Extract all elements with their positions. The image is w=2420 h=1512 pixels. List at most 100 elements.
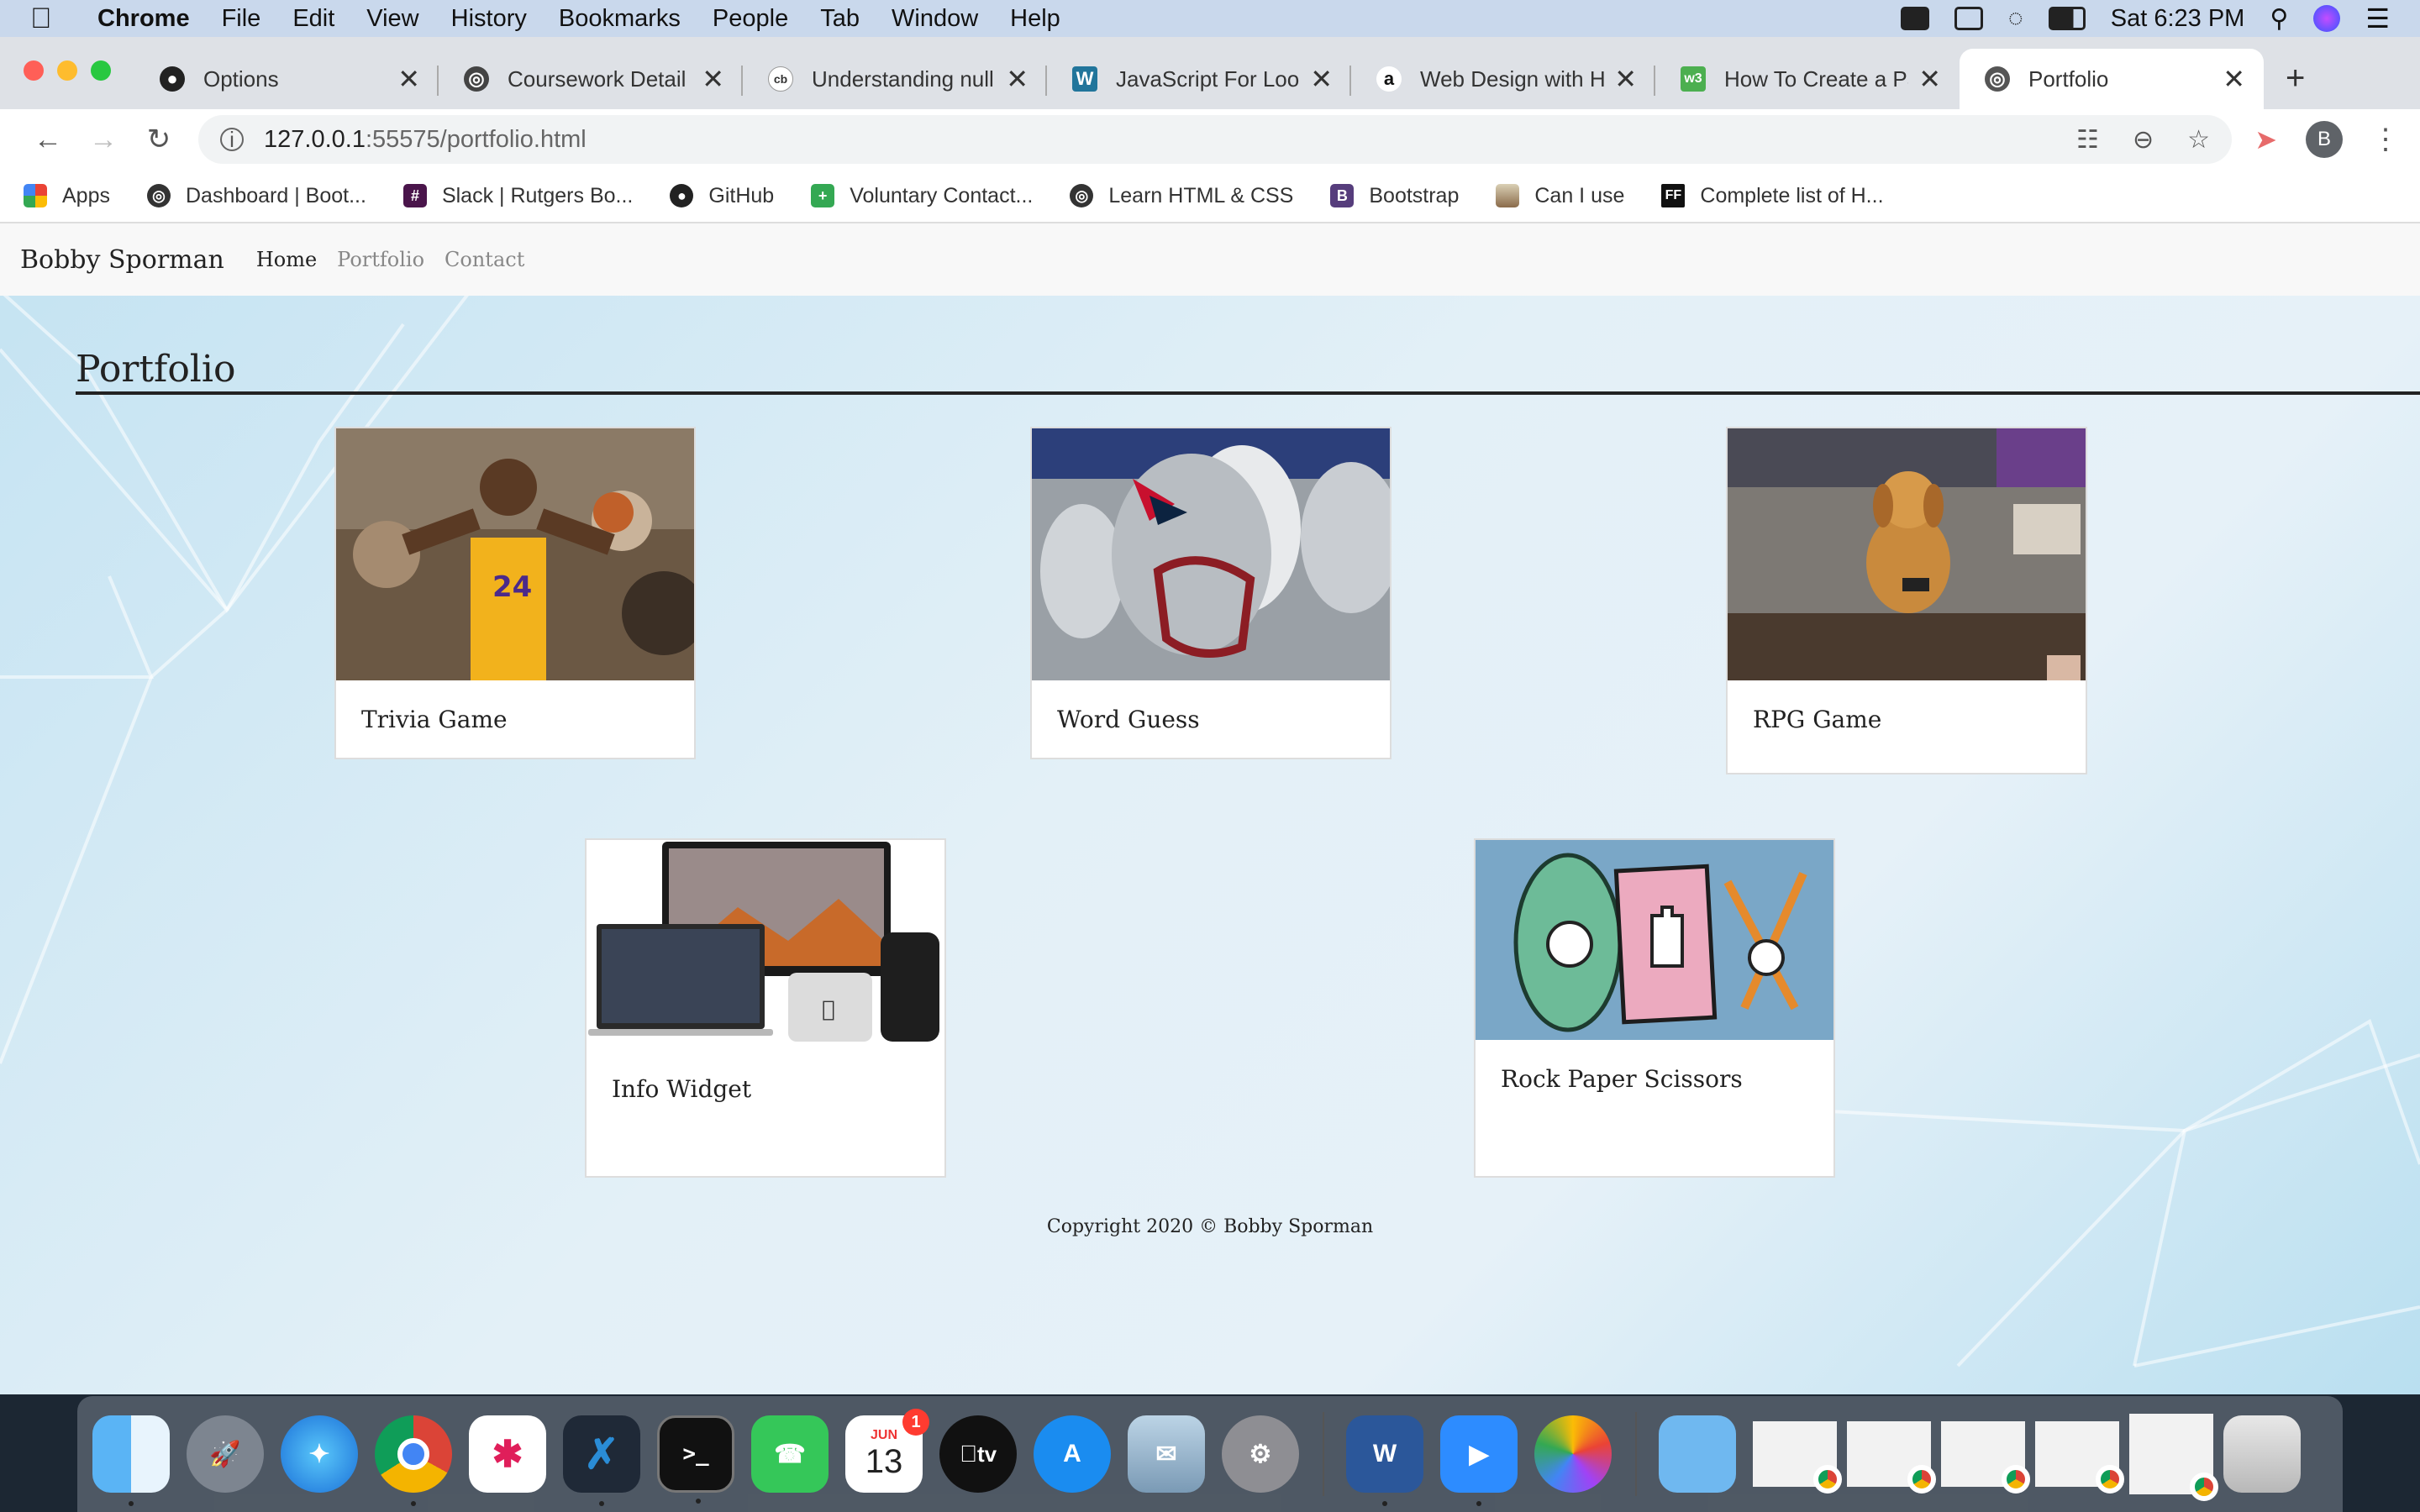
app-store-icon[interactable]: A xyxy=(1034,1415,1111,1493)
apple-menu-icon[interactable]:  xyxy=(30,3,72,35)
tab-web-design[interactable]: a Web Design with HT ✕ xyxy=(1351,49,1655,109)
menu-tab[interactable]: Tab xyxy=(820,5,860,33)
bookmark-bootstrap[interactable]: B Bootstrap xyxy=(1330,184,1459,208)
folder-icon[interactable] xyxy=(1659,1415,1736,1493)
project-caption[interactable]: RPG Game xyxy=(1728,680,2086,733)
tab-coursework-detail[interactable]: ◎ Coursework Detail | B ✕ xyxy=(439,49,743,109)
close-tab-icon[interactable]: ✕ xyxy=(1614,63,1637,95)
translate-icon[interactable]: ☷ xyxy=(2076,125,2099,155)
calendar-icon[interactable]: JUN 13 1 xyxy=(845,1409,929,1493)
facetime-icon[interactable]: ☎ xyxy=(751,1415,829,1493)
terminal-icon[interactable]: >_ xyxy=(657,1415,734,1504)
close-tab-icon[interactable]: ✕ xyxy=(702,63,724,95)
minimized-chrome-window[interactable] xyxy=(2129,1414,2218,1501)
menu-window[interactable]: Window xyxy=(892,5,978,33)
menu-chrome[interactable]: Chrome xyxy=(97,5,190,33)
notification-center-icon[interactable]: ☰ xyxy=(2365,3,2390,34)
zoom-icon[interactable]: ▶ xyxy=(1440,1415,1518,1506)
bookmark-complete-list[interactable]: FF Complete list of H... xyxy=(1661,184,1884,208)
close-tab-icon[interactable]: ✕ xyxy=(1918,63,1941,95)
chrome-menu-icon[interactable]: ⋮ xyxy=(2371,123,2400,156)
minimized-chrome-window[interactable] xyxy=(1941,1421,2030,1494)
menu-edit[interactable]: Edit xyxy=(292,5,334,33)
basketball-player-photo[interactable]: 24 xyxy=(336,428,694,680)
menu-help[interactable]: Help xyxy=(1010,5,1060,33)
trash-icon[interactable] xyxy=(2223,1415,2301,1493)
bookmark-slack[interactable]: # Slack | Rutgers Bo... xyxy=(402,184,633,208)
close-window-button[interactable] xyxy=(24,60,44,81)
project-card-rpg[interactable]: RPG Game xyxy=(1726,427,2087,774)
airplay-icon[interactable] xyxy=(1954,7,1983,30)
menu-people[interactable]: People xyxy=(713,5,788,33)
project-card-info-widget[interactable]:  Info Widget xyxy=(585,838,946,1178)
forward-arrow-icon[interactable]: → xyxy=(76,123,131,156)
close-tab-icon[interactable]: ✕ xyxy=(1310,63,1333,95)
word-icon[interactable]: W xyxy=(1346,1415,1423,1506)
project-card-rock-paper-scissors[interactable]: Rock Paper Scissors xyxy=(1474,838,1835,1178)
profile-avatar[interactable]: B xyxy=(2306,121,2343,158)
project-card-trivia[interactable]: 24 Trivia Game xyxy=(334,427,696,759)
menu-bookmarks[interactable]: Bookmarks xyxy=(559,5,681,33)
slack-dock-icon[interactable]: ✱ xyxy=(469,1415,546,1493)
project-card-word-guess[interactable]: Word Guess xyxy=(1030,427,1392,759)
project-caption[interactable]: Info Widget xyxy=(587,1050,944,1103)
chrome-dock-icon[interactable] xyxy=(375,1415,452,1506)
mail-stamp-icon[interactable]: ✉ xyxy=(1128,1415,1205,1493)
siri-icon[interactable] xyxy=(2313,5,2341,32)
globe-icon: ◎ xyxy=(1985,66,2010,92)
extension-icon[interactable]: ➤ xyxy=(2254,123,2277,155)
zoom-window-button[interactable] xyxy=(91,60,111,81)
nav-home-link[interactable]: Home xyxy=(256,248,317,271)
close-tab-icon[interactable]: ✕ xyxy=(2223,63,2245,95)
apple-tv-icon[interactable]: tv xyxy=(939,1415,1017,1493)
project-caption[interactable]: Word Guess xyxy=(1032,680,1390,733)
tab-how-to-create[interactable]: w3 How To Create a Para ✕ xyxy=(1655,49,1960,109)
battery-icon[interactable] xyxy=(2048,7,2086,30)
rock-paper-scissors-illustration[interactable] xyxy=(1476,840,1833,1040)
tab-javascript-for-loops[interactable]: W JavaScript For Loops ✕ xyxy=(1047,49,1351,109)
project-caption[interactable]: Rock Paper Scissors xyxy=(1476,1040,1833,1093)
photos-icon[interactable] xyxy=(1534,1415,1612,1493)
zoom-status-icon[interactable] xyxy=(1900,7,1929,30)
reload-icon[interactable]: ↻ xyxy=(131,123,187,156)
clock[interactable]: Sat 6:23 PM xyxy=(2111,5,2245,33)
bookmark-can-i-use[interactable]: Can I use xyxy=(1496,184,1624,208)
address-bar[interactable]: i 127.0.0.1:55575/portfolio.html ☷ ⊖ ☆ xyxy=(198,115,2232,164)
zoom-out-icon[interactable]: ⊖ xyxy=(2133,125,2154,155)
minimized-chrome-window[interactable] xyxy=(2035,1421,2124,1494)
safari-icon[interactable]: ✦ xyxy=(281,1415,358,1493)
back-arrow-icon[interactable]: ← xyxy=(20,123,76,156)
close-tab-icon[interactable]: ✕ xyxy=(397,63,420,95)
wifi-icon[interactable]: ◌ xyxy=(2008,4,2023,33)
bookmark-learn-html-css[interactable]: ◎ Learn HTML & CSS xyxy=(1070,184,1293,208)
apple-devices-photo[interactable]:  xyxy=(587,840,944,1050)
tab-portfolio[interactable]: ◎ Portfolio ✕ xyxy=(1960,49,2264,109)
spotlight-search-icon[interactable]: ⚲ xyxy=(2270,4,2288,34)
nav-portfolio-link[interactable]: Portfolio xyxy=(337,248,424,271)
menu-history[interactable]: History xyxy=(451,5,527,33)
close-tab-icon[interactable]: ✕ xyxy=(1006,63,1028,95)
vscode-icon[interactable]: ✗ xyxy=(563,1415,640,1506)
menu-view[interactable]: View xyxy=(366,5,418,33)
minimize-window-button[interactable] xyxy=(57,60,77,81)
bookmark-github[interactable]: ● GitHub xyxy=(670,184,774,208)
minimized-chrome-window[interactable] xyxy=(1847,1421,1936,1494)
site-brand[interactable]: Bobby Sporman xyxy=(20,245,224,275)
bookmark-star-icon[interactable]: ☆ xyxy=(2187,125,2210,155)
minimized-chrome-window[interactable] xyxy=(1753,1421,1842,1494)
new-tab-plus-icon[interactable]: + xyxy=(2286,60,2305,97)
finder-icon[interactable] xyxy=(92,1415,170,1506)
football-helmets-photo[interactable] xyxy=(1032,428,1390,680)
bookmark-dashboard[interactable]: ◎ Dashboard | Boot... xyxy=(146,184,366,208)
bookmark-apps[interactable]: Apps xyxy=(24,184,110,208)
tab-options[interactable]: ● Options ✕ xyxy=(134,49,439,109)
site-info-icon[interactable]: i xyxy=(220,127,244,152)
puppy-on-couch-photo[interactable] xyxy=(1728,428,2086,680)
system-preferences-icon[interactable]: ⚙ xyxy=(1222,1415,1299,1493)
tab-understanding-null[interactable]: cb Understanding null, u ✕ xyxy=(743,49,1047,109)
launchpad-icon[interactable]: 🚀 xyxy=(187,1415,264,1493)
bookmark-voluntary-contact[interactable]: + Voluntary Contact... xyxy=(811,184,1033,208)
menu-file[interactable]: File xyxy=(222,5,261,33)
project-caption[interactable]: Trivia Game xyxy=(336,680,694,733)
nav-contact-link[interactable]: Contact xyxy=(445,248,524,271)
